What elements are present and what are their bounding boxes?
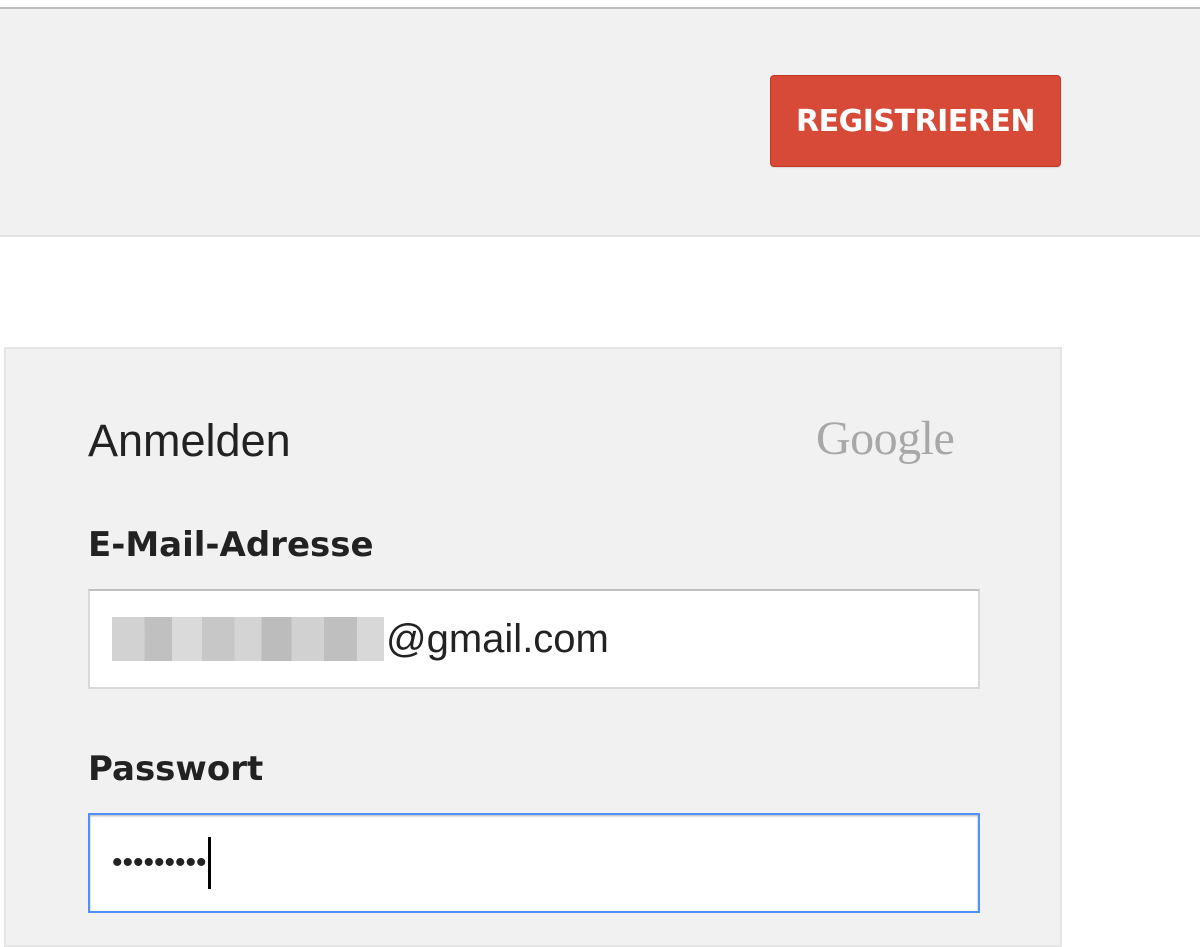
redacted-email-username	[112, 617, 384, 661]
email-field[interactable]: @gmail.com	[88, 589, 980, 689]
password-label: Passwort	[88, 749, 264, 789]
password-masked-value: •••••••••	[112, 846, 207, 879]
signin-panel: Anmelden Google E-Mail-Adresse @gmail.co…	[4, 347, 1062, 947]
register-button[interactable]: REGISTRIEREN	[770, 75, 1061, 167]
page-header: REGISTRIEREN	[0, 9, 1200, 237]
password-field[interactable]: •••••••••	[88, 813, 980, 913]
signin-title: Anmelden	[88, 415, 291, 466]
text-caret	[207, 837, 211, 889]
top-divider	[0, 0, 1200, 9]
email-domain-text: @gmail.com	[386, 617, 609, 661]
email-label: E-Mail-Adresse	[88, 525, 374, 565]
google-logo: Google	[816, 412, 955, 465]
